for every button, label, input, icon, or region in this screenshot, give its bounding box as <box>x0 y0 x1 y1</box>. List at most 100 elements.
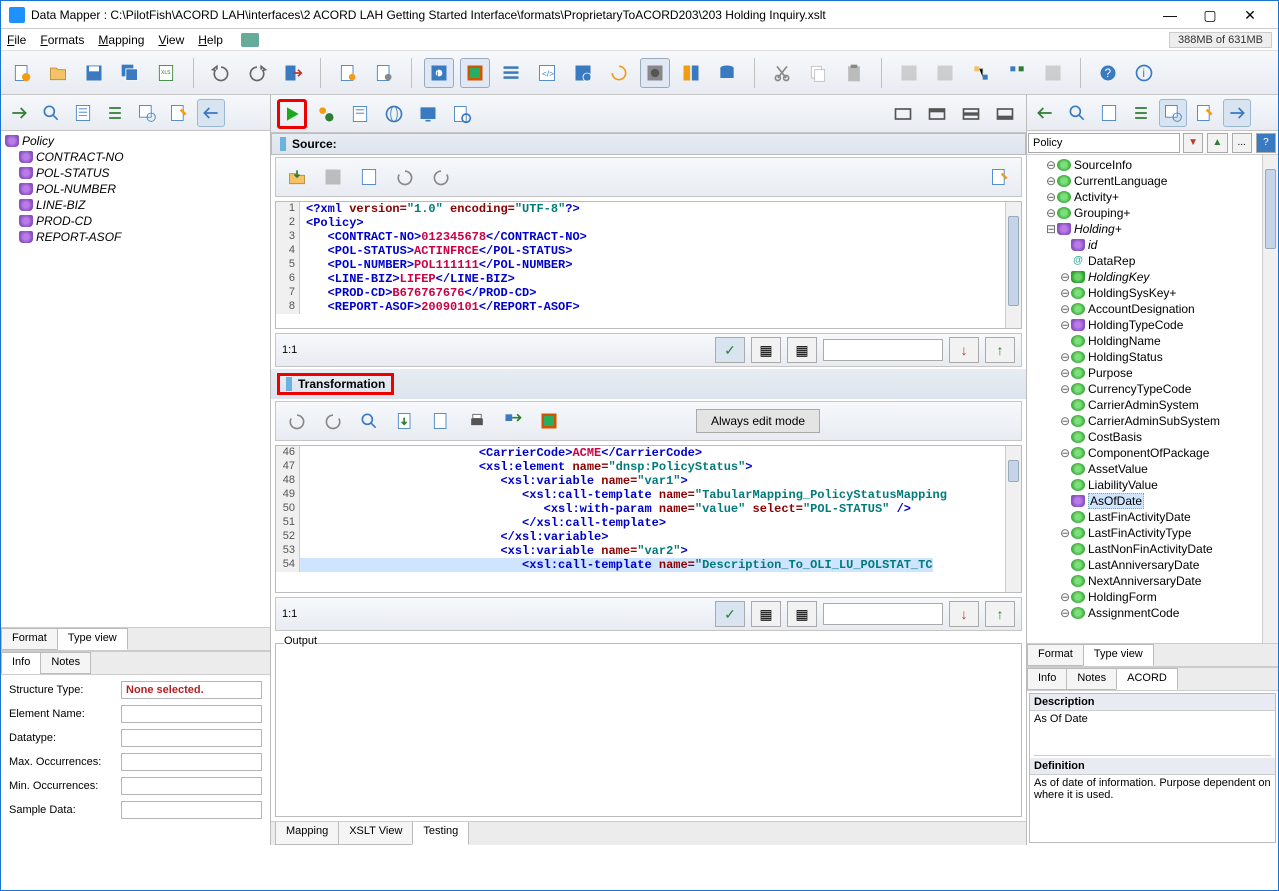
right-tree-item[interactable]: HoldingSysKey+ <box>1088 286 1176 300</box>
src-nav2-icon[interactable]: ▦ <box>751 337 781 363</box>
src-down-icon[interactable]: ↓ <box>949 337 979 363</box>
rect1-icon[interactable] <box>888 99 918 129</box>
info-icon[interactable]: i <box>1129 58 1159 88</box>
left-tree-item[interactable]: POL-NUMBER <box>36 182 116 196</box>
rect4-icon[interactable] <box>990 99 1020 129</box>
export-xls-icon[interactable]: XLS <box>151 58 181 88</box>
tf-print-icon[interactable] <box>462 406 492 436</box>
tf-up-icon[interactable] <box>426 406 456 436</box>
left-tree-item[interactable]: POL-STATUS <box>36 166 110 180</box>
right-tree-item[interactable]: LiabilityValue <box>1088 478 1158 492</box>
menu-file[interactable]: File <box>7 33 26 47</box>
filter-down-icon[interactable]: ▲ <box>1207 133 1227 153</box>
globe-icon[interactable] <box>379 99 409 129</box>
open-icon[interactable] <box>43 58 73 88</box>
right-tree-item[interactable]: DataRep <box>1088 254 1135 268</box>
src-doc-icon[interactable] <box>354 162 384 192</box>
code-icon[interactable]: </> <box>532 58 562 88</box>
redo-icon[interactable] <box>242 58 272 88</box>
right-tree-item[interactable]: AccountDesignation <box>1088 302 1195 316</box>
src-open-icon[interactable] <box>282 162 312 192</box>
src-nav-input[interactable] <box>823 339 943 361</box>
rp-edit-icon[interactable] <box>1191 99 1219 127</box>
menu-formats[interactable]: Formats <box>40 33 84 47</box>
rtab-typeview[interactable]: Type view <box>1083 644 1154 666</box>
tab-testing[interactable]: Testing <box>412 822 469 845</box>
tf-down-btn[interactable]: ↓ <box>949 601 979 627</box>
tf-nav3-icon[interactable]: ▦ <box>787 601 817 627</box>
source-code[interactable]: 1<?xml version="1.0" encoding="UTF-8"?> … <box>275 201 1022 329</box>
src-nav3-icon[interactable]: ▦ <box>787 337 817 363</box>
src-edit-icon[interactable] <box>985 162 1015 192</box>
left-tree-item[interactable]: REPORT-ASOF <box>36 230 121 244</box>
tf-up-btn[interactable]: ↑ <box>985 601 1015 627</box>
save-all-icon[interactable] <box>115 58 145 88</box>
save-icon[interactable] <box>79 58 109 88</box>
src-redo-icon[interactable] <box>426 162 456 192</box>
disk-find-icon[interactable] <box>568 58 598 88</box>
screen-icon[interactable] <box>413 99 443 129</box>
rect2-icon[interactable] <box>922 99 952 129</box>
right-tree-item[interactable]: AsOfDate <box>1088 493 1144 509</box>
right-tree-item[interactable]: Purpose <box>1088 366 1133 380</box>
tree-toggle[interactable]: ⊖ <box>1045 190 1057 204</box>
lp-collapse-icon[interactable] <box>197 99 225 127</box>
left-tree-root[interactable]: Policy <box>22 134 54 148</box>
tree-toggle[interactable]: ⊖ <box>1059 526 1071 540</box>
new-icon[interactable] <box>7 58 37 88</box>
tf-nav-input[interactable] <box>823 603 943 625</box>
tree-toggle[interactable]: ⊖ <box>1059 270 1071 284</box>
right-tree-item[interactable]: Activity+ <box>1074 190 1119 204</box>
tf-undo-icon[interactable] <box>282 406 312 436</box>
refresh-icon[interactable] <box>604 58 634 88</box>
link2-icon[interactable] <box>1002 58 1032 88</box>
right-tree-item[interactable]: AssignmentCode <box>1088 606 1179 620</box>
menu-view[interactable]: View <box>158 33 184 47</box>
tree-toggle[interactable]: ⊖ <box>1059 590 1071 604</box>
undo-icon[interactable] <box>206 58 236 88</box>
tree-toggle[interactable]: ⊖ <box>1045 174 1057 188</box>
left-tree-item[interactable]: LINE-BIZ <box>36 198 85 212</box>
right-tree-item[interactable]: CurrencyTypeCode <box>1088 382 1191 396</box>
tree-toggle[interactable]: ⊖ <box>1059 382 1071 396</box>
src-up-icon[interactable]: ↑ <box>985 337 1015 363</box>
maximize-button[interactable]: ▢ <box>1190 3 1230 27</box>
tree-toggle[interactable]: ⊖ <box>1059 606 1071 620</box>
cut-icon[interactable] <box>767 58 797 88</box>
notepad-icon[interactable] <box>345 99 375 129</box>
rp-collapse-icon[interactable] <box>1223 99 1251 127</box>
tree-toggle[interactable]: ⊖ <box>1059 350 1071 364</box>
tf-down-icon[interactable] <box>390 406 420 436</box>
right-tree-item[interactable]: CarrierAdminSubSystem <box>1088 414 1220 428</box>
rp-notes-icon[interactable] <box>1095 99 1123 127</box>
database-icon[interactable] <box>712 58 742 88</box>
lp-search-icon[interactable] <box>37 99 65 127</box>
tree-toggle[interactable]: ⊖ <box>1059 318 1071 332</box>
filter-more-button[interactable]: ... <box>1232 133 1252 153</box>
lp-edit-icon[interactable] <box>165 99 193 127</box>
close-button[interactable]: ✕ <box>1230 3 1270 27</box>
right-tree-item[interactable]: LastFinActivityDate <box>1088 510 1191 524</box>
tree-toggle[interactable]: ⊖ <box>1045 206 1057 220</box>
right-tree-item[interactable]: Holding+ <box>1074 222 1122 236</box>
copy-icon[interactable] <box>803 58 833 88</box>
right-tree-item[interactable]: SourceInfo <box>1074 158 1132 172</box>
src-save-icon[interactable] <box>318 162 348 192</box>
vault-icon[interactable] <box>640 58 670 88</box>
view2-icon[interactable] <box>460 58 490 88</box>
right-tree-item[interactable]: id <box>1088 238 1097 252</box>
right-tree-item[interactable]: LastNonFinActivityDate <box>1088 542 1213 556</box>
right-tree-item[interactable]: HoldingTypeCode <box>1088 318 1183 332</box>
tree-toggle[interactable]: ⊖ <box>1045 158 1057 172</box>
tab-notes[interactable]: Notes <box>40 652 91 674</box>
edit-mode-button[interactable]: Always edit mode <box>696 409 820 433</box>
lp-expand-icon[interactable] <box>5 99 33 127</box>
right-tree-item[interactable]: CurrentLanguage <box>1074 174 1167 188</box>
right-tree-item[interactable]: HoldingKey <box>1088 270 1149 284</box>
tree-toggle[interactable]: ⊟ <box>1045 222 1057 236</box>
right-tree-item[interactable]: HoldingStatus <box>1088 350 1163 364</box>
right-tree-item[interactable]: LastAnniversaryDate <box>1088 558 1199 572</box>
help-icon[interactable]: ? <box>1093 58 1123 88</box>
dual-icon[interactable] <box>676 58 706 88</box>
lp-notes-icon[interactable] <box>69 99 97 127</box>
